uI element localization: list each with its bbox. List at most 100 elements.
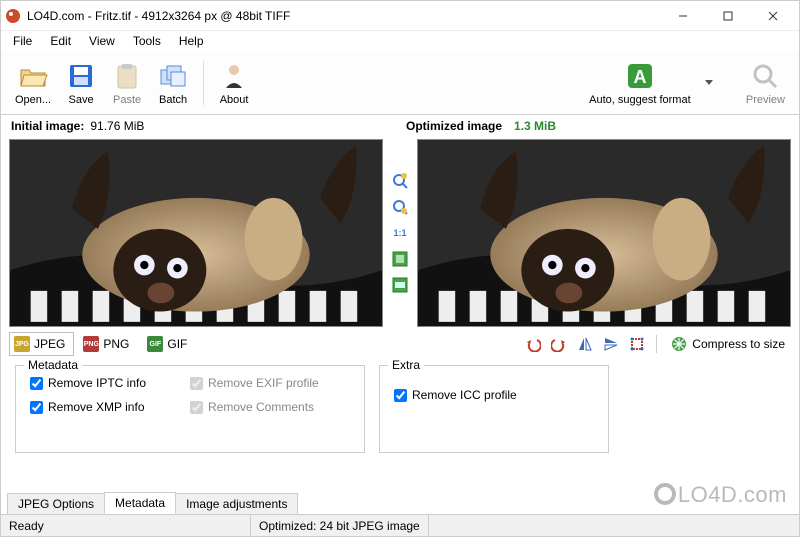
save-button[interactable]: Save: [59, 55, 103, 111]
separator: [203, 61, 204, 105]
jpeg-icon: JPG: [14, 336, 30, 352]
fit-icon: [392, 251, 408, 267]
about-label: About: [220, 94, 249, 106]
toolbar: Open... Save Paste Batch About A Auto, s…: [1, 51, 799, 115]
actual-size-button[interactable]: [390, 275, 410, 295]
save-icon: [65, 60, 97, 92]
remove-xmp-input[interactable]: [30, 401, 43, 414]
zoom-out-icon: [392, 199, 408, 215]
remove-xmp-label: Remove XMP info: [48, 400, 145, 414]
fit-screen-button[interactable]: [390, 249, 410, 269]
remove-comments-label: Remove Comments: [208, 400, 314, 414]
tab-png-label: PNG: [103, 337, 129, 351]
menu-edit[interactable]: Edit: [42, 32, 79, 50]
paste-icon: [111, 60, 143, 92]
open-button[interactable]: Open...: [9, 55, 57, 111]
remove-iptc-input[interactable]: [30, 377, 43, 390]
compress-icon: [671, 336, 687, 352]
remove-exif-checkbox: Remove EXIF profile: [190, 376, 320, 390]
auto-dropdown[interactable]: [702, 55, 716, 111]
flip-h-button[interactable]: [574, 333, 596, 355]
paste-label: Paste: [113, 94, 141, 106]
watermark-text: LO4D.com: [678, 482, 787, 507]
remove-iptc-label: Remove IPTC info: [48, 376, 146, 390]
tab-metadata[interactable]: Metadata: [104, 492, 176, 514]
crop-icon: [629, 336, 645, 352]
remove-icc-label: Remove ICC profile: [412, 388, 517, 402]
tab-jpeg-options[interactable]: JPEG Options: [7, 493, 105, 514]
separator: [656, 335, 657, 353]
titlebar: LO4D.com - Fritz.tif - 4912x3264 px @ 48…: [1, 1, 799, 31]
undo-button[interactable]: [522, 333, 544, 355]
tab-jpeg[interactable]: JPG JPEG: [9, 332, 74, 356]
compress-to-size-button[interactable]: Compress to size: [665, 334, 791, 354]
remove-exif-input: [190, 377, 203, 390]
optimized-image-box[interactable]: [417, 139, 791, 327]
one-to-one-button[interactable]: 1:1: [390, 223, 410, 243]
crop-button[interactable]: [626, 333, 648, 355]
status-ready: Ready: [1, 515, 251, 536]
png-icon: PNG: [83, 336, 99, 352]
batch-button[interactable]: Batch: [151, 55, 195, 111]
svg-text:A: A: [633, 67, 646, 87]
window-title: LO4D.com - Fritz.tif - 4912x3264 px @ 48…: [27, 9, 660, 23]
zoom-in-button[interactable]: [390, 171, 410, 191]
extra-title: Extra: [388, 358, 424, 372]
flip-h-icon: [577, 336, 593, 352]
remove-icc-input[interactable]: [394, 389, 407, 402]
paste-button[interactable]: Paste: [105, 55, 149, 111]
gif-icon: GIF: [147, 336, 163, 352]
menu-file[interactable]: File: [5, 32, 40, 50]
initial-image-box[interactable]: [9, 139, 383, 327]
optimized-image: [418, 140, 790, 326]
save-label: Save: [69, 94, 94, 106]
one-to-one-label: 1:1: [393, 228, 406, 238]
statusbar: Ready Optimized: 24 bit JPEG image: [1, 514, 799, 536]
remove-iptc-checkbox[interactable]: Remove IPTC info: [30, 376, 160, 390]
preview-button[interactable]: Preview: [740, 55, 791, 111]
menu-tools[interactable]: Tools: [125, 32, 169, 50]
app-icon: [5, 8, 21, 24]
status-optimized: Optimized: 24 bit JPEG image: [251, 515, 429, 536]
about-button[interactable]: About: [212, 55, 256, 111]
initial-value: 91.76 MiB: [90, 119, 144, 133]
remove-icc-checkbox[interactable]: Remove ICC profile: [394, 388, 524, 402]
zoom-out-button[interactable]: [390, 197, 410, 217]
auto-icon: A: [624, 60, 656, 92]
optimized-value: 1.3 MiB: [514, 119, 556, 133]
redo-button[interactable]: [548, 333, 570, 355]
minimize-button[interactable]: [660, 2, 705, 30]
remove-exif-label: Remove EXIF profile: [208, 376, 319, 390]
auto-label: Auto, suggest format: [589, 94, 691, 106]
redo-icon: [551, 336, 567, 352]
remove-comments-input: [190, 401, 203, 414]
image-row: 1:1: [1, 137, 799, 329]
initial-label: Initial image:: [11, 119, 84, 133]
options-panel: Metadata Remove IPTC info Remove EXIF pr…: [1, 359, 799, 459]
chevron-down-icon: [705, 80, 713, 85]
flip-v-button[interactable]: [600, 333, 622, 355]
open-label: Open...: [15, 94, 51, 106]
watermark: LO4D.com: [654, 482, 787, 508]
extra-group: Extra Remove ICC profile: [379, 365, 609, 453]
sizebar: Initial image: 91.76 MiB Optimized image…: [1, 115, 799, 137]
tab-gif[interactable]: GIF GIF: [142, 332, 196, 356]
initial-image: [10, 140, 382, 326]
flip-v-icon: [603, 336, 619, 352]
maximize-button[interactable]: [705, 2, 750, 30]
folder-open-icon: [17, 60, 49, 92]
batch-label: Batch: [159, 94, 187, 106]
tab-jpeg-label: JPEG: [34, 337, 65, 351]
undo-icon: [525, 336, 541, 352]
menubar: File Edit View Tools Help: [1, 31, 799, 51]
tab-gif-label: GIF: [167, 337, 187, 351]
menu-view[interactable]: View: [81, 32, 123, 50]
close-button[interactable]: [750, 2, 795, 30]
menu-help[interactable]: Help: [171, 32, 212, 50]
mid-tools: 1:1: [387, 139, 413, 327]
tab-png[interactable]: PNG PNG: [78, 332, 138, 356]
remove-xmp-checkbox[interactable]: Remove XMP info: [30, 400, 160, 414]
metadata-group: Metadata Remove IPTC info Remove EXIF pr…: [15, 365, 365, 453]
tab-image-adjustments[interactable]: Image adjustments: [175, 493, 298, 514]
auto-suggest-button[interactable]: A Auto, suggest format: [580, 55, 700, 111]
